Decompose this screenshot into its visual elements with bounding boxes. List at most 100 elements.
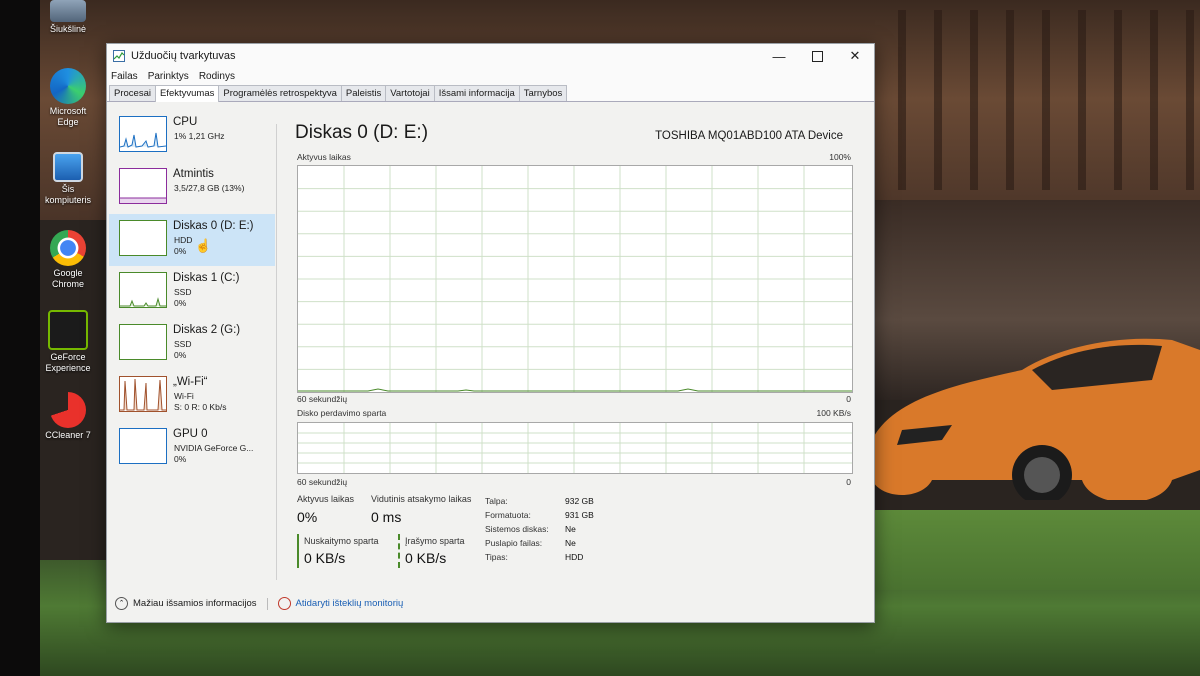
graph1-min: 0: [846, 394, 851, 404]
chevron-up-icon: ⌃: [115, 597, 128, 610]
property-value: HDD: [565, 552, 584, 562]
device-name: TOSHIBA MQ01ABD100 ATA Device: [655, 130, 843, 142]
disk1-thumbnail-graph: [119, 272, 167, 308]
sidebar-item-disk-0[interactable]: Diskas 0 (D: E:) HDD 0% ☝: [109, 214, 275, 266]
read-rate-label: Nuskaitymo sparta: [304, 536, 379, 546]
sidebar-item-cpu[interactable]: CPU 1% 1,21 GHz: [109, 110, 275, 162]
desktop-icon-this-pc[interactable]: Šis kompiuteris: [42, 152, 94, 206]
desktop-icon-label: Šis kompiuteris: [44, 184, 91, 205]
graph2-time-span: 60 sekundžių: [297, 477, 348, 487]
write-rate-label: Įrašymo sparta: [405, 536, 465, 546]
response-time-label: Vidutinis atsakymo laikas: [371, 494, 472, 504]
property-key: Puslapio failas:: [485, 538, 543, 548]
geforce-icon: [48, 310, 88, 350]
property-key: Talpa:: [485, 496, 508, 506]
tab-users[interactable]: Vartotojai: [385, 85, 435, 101]
property-value: Ne: [565, 538, 576, 548]
active-time-graph: [297, 165, 853, 393]
read-rate-indicator: [297, 534, 299, 568]
minimize-button[interactable]: —: [760, 44, 798, 68]
sidebar-item-usage: S: 0 R: 0 Kb/s: [174, 402, 227, 412]
sidebar-item-usage: 0%: [174, 350, 187, 360]
cpu-thumbnail-graph: [119, 116, 167, 152]
transfer-rate-graph: [297, 422, 853, 474]
tab-details[interactable]: Išsami informacija: [433, 85, 520, 101]
minimize-icon: —: [772, 48, 786, 64]
task-manager-icon: [113, 50, 125, 62]
response-time-value: 0 ms: [371, 509, 402, 525]
write-rate-value: 0 KB/s: [405, 550, 447, 566]
sidebar-item-label: CPU: [173, 116, 198, 128]
property-key: Sistemos diskas:: [485, 524, 549, 534]
page-title: Diskas 0 (D: E:): [295, 122, 429, 143]
mouse-cursor-icon: ☝: [195, 238, 212, 253]
graph1-time-span: 60 sekundžių: [297, 394, 348, 404]
fewer-details-link[interactable]: Mažiau išsamios informacijos: [133, 598, 257, 609]
sidebar-item-label: Diskas 1 (C:): [173, 272, 240, 284]
sidebar-item-memory[interactable]: Atmintis 3,5/27,8 GB (13%): [109, 162, 275, 214]
wallpaper-railing: [870, 10, 1200, 190]
sidebar-item-detail: NVIDIA GeForce G...: [174, 443, 254, 453]
footer-bar: ⌃ Mažiau išsamios informacijos Atidaryti…: [115, 597, 403, 610]
active-time-label: Aktyvus laikas: [297, 494, 355, 504]
graph1-label: Aktyvus laikas: [297, 152, 351, 162]
sidebar-item-detail: 1% 1,21 GHz: [174, 131, 225, 141]
desktop-icon-geforce[interactable]: GeForce Experience: [42, 310, 94, 374]
graph2-label: Disko perdavimo sparta: [297, 408, 387, 418]
desktop-icon-label: Microsoft Edge: [49, 106, 87, 127]
tab-processes[interactable]: Procesai: [109, 85, 156, 101]
write-rate-indicator: [398, 534, 400, 568]
sidebar-item-usage: 0%: [174, 298, 187, 308]
property-key: Formatuota:: [485, 510, 531, 520]
maximize-button[interactable]: [798, 44, 836, 68]
sidebar-item-label: „Wi-Fi“: [173, 376, 208, 388]
desktop-icon-label: Šiukšlinė: [49, 24, 87, 34]
desktop-icon-label: GeForce Experience: [45, 352, 91, 373]
sidebar-item-detail: SSD: [174, 339, 192, 349]
menu-view[interactable]: Rodinys: [199, 71, 235, 82]
disk2-thumbnail-graph: [119, 324, 167, 360]
resource-sidebar: CPU 1% 1,21 GHz Atmintis 3,5/27,8 GB (13…: [109, 110, 275, 474]
chrome-icon: [50, 230, 86, 266]
performance-panel: CPU 1% 1,21 GHz Atmintis 3,5/27,8 GB (13…: [107, 102, 874, 622]
property-value: Ne: [565, 524, 576, 534]
desktop-icon-label: Google Chrome: [51, 268, 84, 289]
property-key: Tipas:: [485, 552, 508, 562]
menu-options[interactable]: Parinktys: [148, 71, 189, 82]
sidebar-item-label: GPU 0: [173, 428, 208, 440]
desktop-icon-edge[interactable]: Microsoft Edge: [42, 68, 94, 128]
panel-splitter[interactable]: [276, 124, 277, 580]
sidebar-item-label: Diskas 2 (G:): [173, 324, 241, 336]
computer-icon: [53, 152, 83, 182]
memory-thumbnail-graph: [119, 168, 167, 204]
desktop-icon-ccleaner[interactable]: CCleaner 7: [42, 392, 94, 441]
desktop-icon-chrome[interactable]: Google Chrome: [42, 230, 94, 290]
sidebar-item-disk-2[interactable]: Diskas 2 (G:) SSD 0%: [109, 318, 275, 370]
sidebar-item-detail: Wi-Fi: [174, 391, 194, 401]
edge-icon: [50, 68, 86, 104]
tab-strip: Procesai Efektyvumas Programėlės retrosp…: [107, 84, 874, 102]
active-time-grid: [298, 166, 852, 392]
sidebar-item-detail: 3,5/27,8 GB (13%): [174, 183, 245, 193]
sidebar-item-disk-1[interactable]: Diskas 1 (C:) SSD 0%: [109, 266, 275, 318]
desktop-icon-recycle-bin[interactable]: Šiukšlinė: [42, 0, 94, 35]
sidebar-item-usage: 0%: [174, 454, 187, 464]
tab-app-history[interactable]: Programėlės retrospektyva: [218, 85, 342, 101]
sidebar-item-usage: 0%: [174, 246, 187, 256]
close-button[interactable]: ✕: [836, 44, 874, 68]
menu-file[interactable]: Failas: [111, 71, 138, 82]
wallpaper-car: [872, 338, 1200, 500]
wallpaper-lawn-right: [870, 510, 1200, 590]
graph2-min: 0: [846, 477, 851, 487]
recycle-bin-icon: [50, 0, 86, 22]
sidebar-item-detail: SSD: [174, 287, 192, 297]
tab-services[interactable]: Tarnybos: [518, 85, 568, 101]
property-value: 932 GB: [565, 496, 594, 506]
tab-performance[interactable]: Efektyvumas: [154, 85, 220, 102]
sidebar-item-gpu[interactable]: GPU 0 NVIDIA GeForce G... 0%: [109, 422, 275, 474]
gpu-thumbnail-graph: [119, 428, 167, 464]
title-bar[interactable]: Užduočių tvarkytuvas — ✕: [107, 44, 874, 68]
sidebar-item-wifi[interactable]: „Wi-Fi“ Wi-Fi S: 0 R: 0 Kb/s: [109, 370, 275, 422]
open-resource-monitor-link[interactable]: Atidaryti išteklių monitorių: [296, 598, 404, 609]
tab-startup[interactable]: Paleistis: [340, 85, 387, 101]
